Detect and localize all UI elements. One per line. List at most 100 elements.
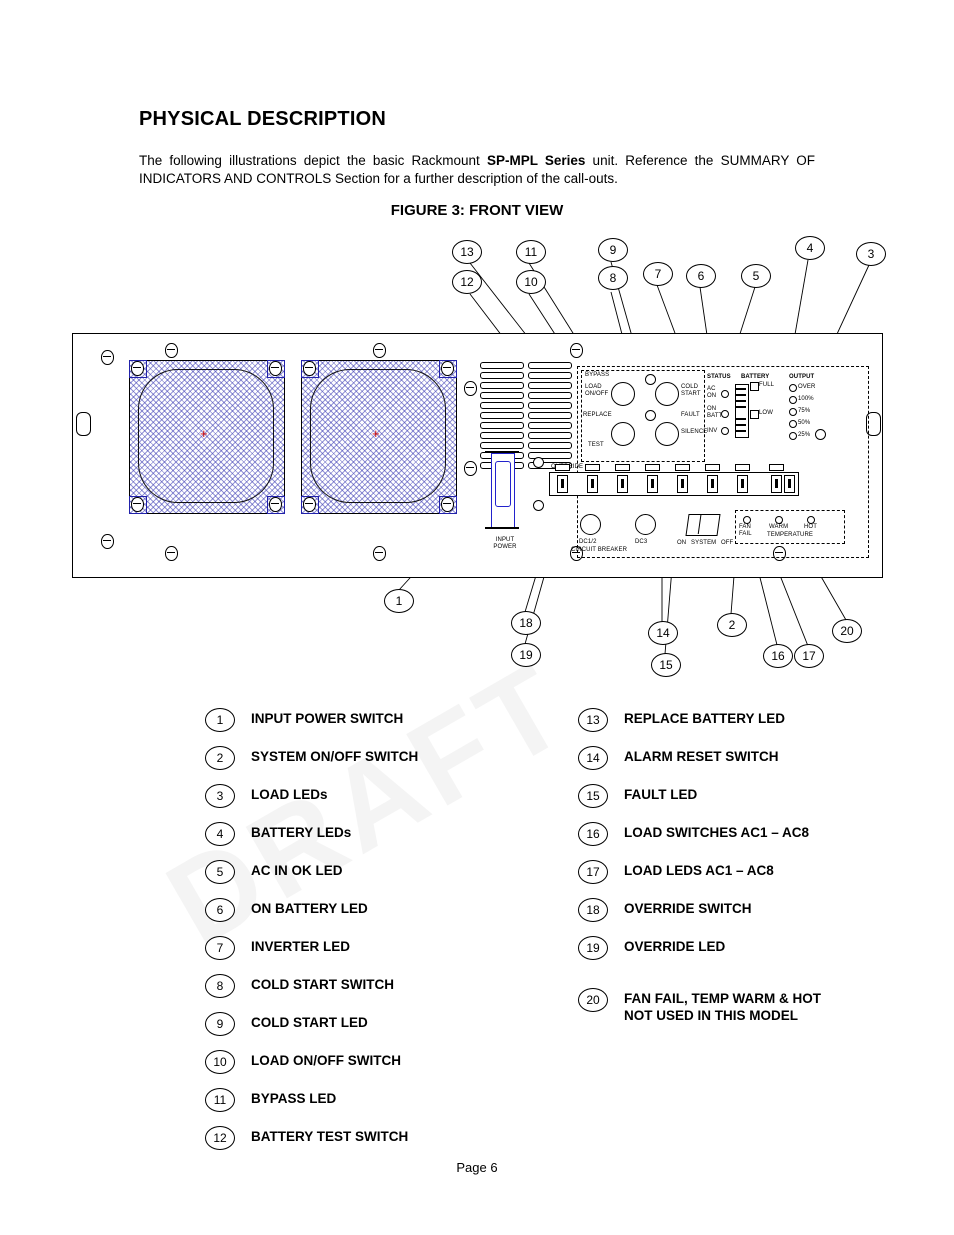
input-power-handle[interactable] (495, 461, 511, 507)
legend-number: 2 (205, 746, 235, 770)
screw-icon (165, 343, 178, 358)
load-switch-ac3[interactable] (617, 475, 628, 493)
load-switch-ac4[interactable] (647, 475, 658, 493)
screw-icon (101, 534, 114, 549)
page-title: PHYSICAL DESCRIPTION (139, 108, 386, 130)
temp-warm-label: WARM (769, 524, 789, 530)
screw-icon (441, 361, 454, 376)
temp-warm-led (775, 516, 783, 524)
load-switch-ac2[interactable] (587, 475, 598, 493)
legend-label: LOAD LEDS AC1 – AC8 (624, 863, 774, 878)
legend-number: 5 (205, 860, 235, 884)
page: DRAFT PHYSICAL DESCRIPTION The following… (0, 0, 954, 1235)
legend-number: 15 (578, 784, 608, 808)
legend-label: INVERTER LED (251, 939, 351, 954)
legend-label: BATTERY TEST SWITCH (251, 1129, 409, 1144)
screw-icon (373, 546, 386, 561)
battery-bargraph-seg (736, 418, 746, 420)
dc12-label: DC1/2 (579, 539, 597, 545)
temp-hot-label: HOT (804, 524, 817, 530)
dc12-circuit-breaker[interactable] (580, 514, 601, 535)
list-item: 6 ON BATTERY LED (205, 898, 525, 936)
legend-label: LOAD ON/OFF SWITCH (251, 1053, 401, 1068)
callout-14: 14 (648, 621, 678, 645)
cold-start-switch[interactable] (655, 382, 679, 406)
output-50-led (789, 420, 797, 428)
replace-label: REPLACE (583, 412, 612, 418)
override-switch[interactable] (784, 475, 795, 493)
legend-label: FAN FAIL, TEMP WARM & HOT NOT USED IN THI… (624, 990, 821, 1024)
output-status-led (815, 429, 826, 440)
fault-label: FAULT (681, 412, 700, 418)
legend-number: 13 (578, 708, 608, 732)
legend-column-right: 13 REPLACE BATTERY LED 14 ALARM RESET SWIT… (578, 708, 918, 1040)
callout-20: 20 (832, 619, 862, 643)
load-led-ac7 (735, 464, 750, 471)
list-item: 2 SYSTEM ON/OFF SWITCH (205, 746, 525, 784)
battery-bargraph-seg (736, 400, 746, 402)
temperature-label: TEMPERATURE (767, 532, 813, 538)
screw-icon (373, 343, 386, 358)
legend-label: ALARM RESET SWITCH (624, 749, 779, 764)
legend-number: 8 (205, 974, 235, 998)
output-100-led (789, 396, 797, 404)
fan-center-mark: + (372, 426, 380, 441)
panel-indicator-dot (533, 457, 544, 468)
dc3-circuit-breaker[interactable] (635, 514, 656, 535)
legend-label: BYPASS LED (251, 1091, 337, 1106)
callout-4: 4 (795, 236, 825, 260)
output-100-label: 100% (798, 396, 814, 402)
fan-assembly-2: + (301, 360, 457, 514)
load-switch-ac6[interactable] (707, 475, 718, 493)
legend-label: COLD START LED (251, 1015, 368, 1030)
screw-icon (131, 497, 144, 512)
load-switch-ac1[interactable] (557, 475, 568, 493)
legend-column-left: 1 INPUT POWER SWITCH 2 SYSTEM ON/OFF SWITC… (205, 708, 525, 1164)
legend-number: 3 (205, 784, 235, 808)
load-switch-ac5[interactable] (677, 475, 688, 493)
legend-label: INPUT POWER SWITCH (251, 711, 404, 726)
callout-17: 17 (794, 644, 824, 668)
legend-label-line1: FAN FAIL, TEMP WARM & HOT (624, 991, 821, 1006)
legend-number: 1 (205, 708, 235, 732)
ac-in-ok-led (721, 390, 729, 398)
load-led-ac3 (615, 464, 630, 471)
rack-ear-left (76, 412, 91, 436)
system-on-off-switch[interactable] (685, 514, 721, 536)
battery-bargraph-seg (736, 406, 746, 408)
list-item: 5 AC IN OK LED (205, 860, 525, 898)
callout-9: 9 (598, 238, 628, 262)
battery-test-switch[interactable] (611, 422, 635, 446)
list-item: 19 OVERRIDE LED (578, 936, 918, 974)
load-led-ac6 (705, 464, 720, 471)
intro-paragraph: The following illustrations depict the b… (139, 152, 815, 188)
legend-number: 18 (578, 898, 608, 922)
intro-text-1: The following illustrations depict the b… (139, 153, 487, 168)
replace-battery-led (645, 410, 656, 421)
legend-number: 6 (205, 898, 235, 922)
list-item: 14 ALARM RESET SWITCH (578, 746, 918, 784)
callout-11: 11 (516, 240, 546, 264)
fan-assembly-1: + (129, 360, 285, 514)
screw-icon (269, 361, 282, 376)
output-over-led (789, 384, 797, 392)
screw-icon (464, 381, 477, 396)
alarm-reset-switch[interactable] (655, 422, 679, 446)
callout-16: 16 (763, 644, 793, 668)
list-item: 17 LOAD LEDS AC1 – AC8 (578, 860, 918, 898)
load-switch-ac8[interactable] (771, 475, 782, 493)
legend-label: OVERRIDE LED (624, 939, 726, 954)
legend-label: SYSTEM ON/OFF SWITCH (251, 749, 419, 764)
list-item: 12 BATTERY TEST SWITCH (205, 1126, 525, 1164)
legend-label: COLD START SWITCH (251, 977, 394, 992)
system-on-label: ON (677, 540, 687, 546)
silence-label: SILENCE (681, 429, 708, 435)
output-25-led (789, 432, 797, 440)
battery-bargraph-seg (736, 424, 746, 426)
load-switch-ac7[interactable] (737, 475, 748, 493)
inverter-led (721, 427, 729, 435)
list-item: 15 FAULT LED (578, 784, 918, 822)
on-battery-led (721, 410, 729, 418)
load-on-off-switch[interactable] (611, 382, 635, 406)
circuit-breaker-label: CIRCUIT BREAKER (571, 547, 628, 553)
